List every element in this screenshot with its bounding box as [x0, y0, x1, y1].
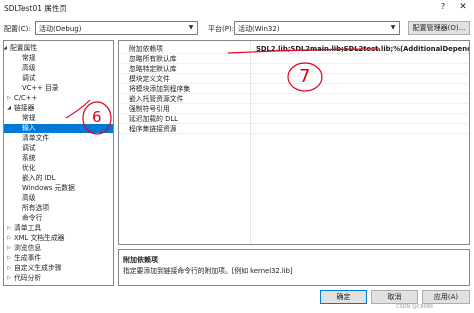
apply-button[interactable]: 应用(A) [422, 290, 470, 304]
ok-button[interactable]: 确定 [320, 290, 367, 304]
description-panel: 附加依赖项 指定要添加到链接命令行的附加项。[例如 kernel32.lib] [118, 249, 470, 286]
watermark: CSDN @C8086 [396, 304, 434, 310]
description-text: 指定要添加到链接命令行的附加项。[例如 kernel32.lib] [123, 267, 293, 275]
annotation-seven: 7 [299, 66, 311, 87]
description-title: 附加依赖项 [123, 256, 158, 264]
cancel-button[interactable]: 取消 [371, 290, 418, 304]
underline-annotation [227, 48, 381, 54]
arrow-annotation [65, 99, 91, 119]
annotation-six: 6 [92, 108, 102, 126]
